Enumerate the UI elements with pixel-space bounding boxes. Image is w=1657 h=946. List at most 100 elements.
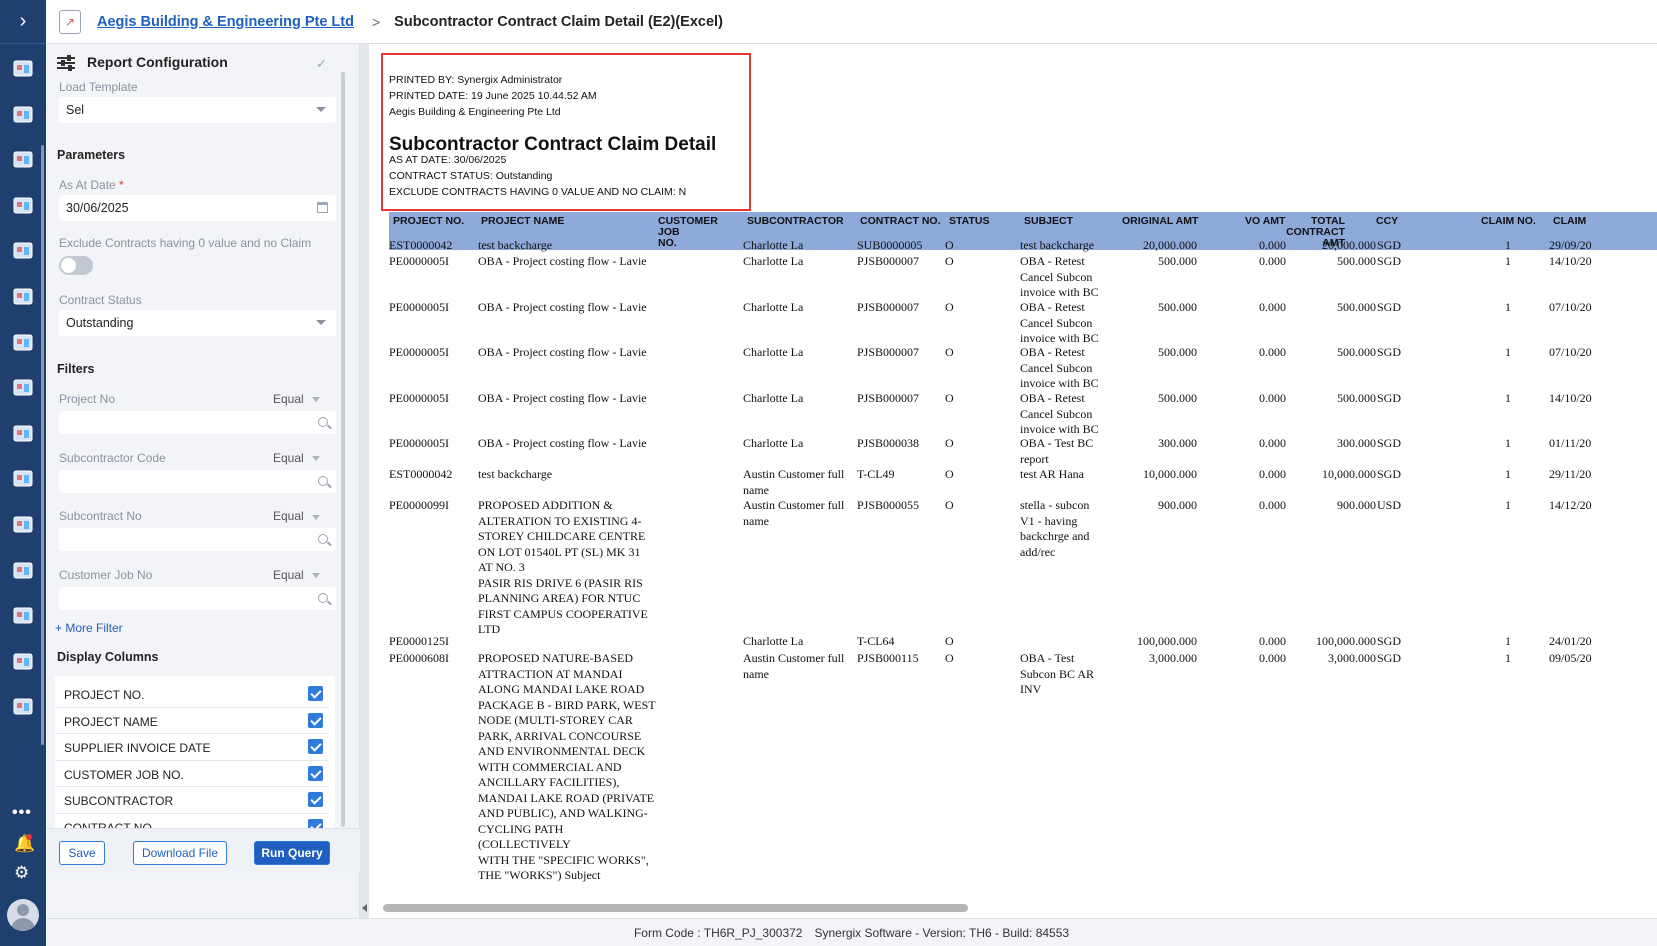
checkbox[interactable] bbox=[308, 792, 323, 807]
load-template-select[interactable]: Sel bbox=[59, 97, 336, 123]
cart-icon[interactable] bbox=[11, 284, 35, 308]
contract-status-select[interactable]: Outstanding bbox=[59, 310, 336, 336]
checkbox[interactable] bbox=[308, 818, 323, 828]
cell-claim: 14/10/20 bbox=[1549, 391, 1592, 405]
th-ccy: CCY bbox=[1376, 215, 1399, 227]
contact-icon[interactable] bbox=[11, 330, 35, 354]
filter-input[interactable] bbox=[59, 587, 336, 611]
report-preview: PRINTED BY: Synergix Administrator PRINT… bbox=[369, 44, 1657, 918]
filter-label: Subcontractor Code bbox=[59, 450, 166, 465]
avatar[interactable] bbox=[7, 899, 39, 931]
home-icon[interactable] bbox=[11, 603, 35, 627]
filter-input[interactable] bbox=[59, 469, 336, 493]
book-icon[interactable] bbox=[11, 193, 35, 217]
cell-status: O bbox=[945, 651, 954, 665]
cell-ccy: SGD bbox=[1377, 651, 1402, 665]
chevron-down-icon bbox=[311, 514, 320, 520]
contract-status-label: Contract Status bbox=[59, 293, 142, 307]
cell-project-no: PE0000005I bbox=[389, 345, 449, 359]
action-bar: Save Download File Run Query bbox=[46, 828, 360, 873]
cell-contract-no: PJSB000055 bbox=[857, 498, 920, 512]
filter-operator-select[interactable]: Equal bbox=[273, 568, 320, 582]
cell-contract-no: SUB0000005 bbox=[857, 238, 923, 252]
chevron-down-icon bbox=[311, 456, 320, 462]
breadcrumb-separator: > bbox=[371, 13, 381, 30]
display-columns-heading: Display Columns bbox=[57, 650, 159, 664]
panel-divider[interactable] bbox=[360, 44, 369, 918]
th-project-no: PROJECT NO. bbox=[393, 215, 465, 227]
cell-project-no: PE0000005I bbox=[389, 436, 449, 450]
dashboard-icon[interactable] bbox=[11, 56, 35, 80]
save-button[interactable]: Save bbox=[59, 841, 105, 865]
cell-original: 100,000.000 bbox=[1137, 634, 1197, 648]
report-title: Subcontractor Contract Claim Detail bbox=[389, 134, 717, 155]
more-icon[interactable]: ••• bbox=[12, 804, 32, 822]
cell-ccy: SGD bbox=[1377, 634, 1402, 648]
invoice-icon[interactable] bbox=[11, 694, 35, 718]
search-icon[interactable] bbox=[318, 417, 328, 427]
filter-input[interactable] bbox=[59, 528, 336, 552]
chevron-down-icon bbox=[316, 320, 326, 325]
cell-claim: 29/09/20 bbox=[1549, 238, 1592, 252]
cell-claim: 29/11/20 bbox=[1549, 467, 1592, 481]
cell-claim-no: 1 bbox=[1505, 300, 1511, 314]
exclude-contracts-toggle[interactable] bbox=[59, 256, 93, 275]
cell-claim-no: 1 bbox=[1505, 436, 1511, 450]
exclude-contracts-text: EXCLUDE CONTRACTS HAVING 0 VALUE AND NO … bbox=[389, 186, 687, 198]
printed-by: PRINTED BY: Synergix Administrator bbox=[389, 74, 563, 86]
gear-icon[interactable]: ⚙ bbox=[14, 863, 29, 883]
money-icon[interactable] bbox=[11, 558, 35, 582]
cell-project-no: PE0000005I bbox=[389, 300, 449, 314]
th-customer-job-no: CUSTOMER JOB NO. bbox=[658, 215, 718, 249]
filter-input[interactable] bbox=[59, 411, 336, 434]
run-query-button[interactable]: Run Query bbox=[254, 841, 330, 865]
expand-menu-icon[interactable]: › bbox=[0, 0, 46, 44]
cell-claim: 07/10/20 bbox=[1549, 300, 1592, 314]
filter-operator-select[interactable]: Equal bbox=[273, 392, 320, 406]
cell-subcontractor: Austin Customer full name bbox=[743, 467, 845, 497]
cell-subcontractor: Charlotte La bbox=[743, 254, 804, 268]
tools-icon[interactable] bbox=[11, 375, 35, 399]
store-icon[interactable] bbox=[11, 147, 35, 171]
as-at-date-input[interactable]: 30/06/2025 bbox=[59, 195, 336, 221]
checkbox[interactable] bbox=[308, 739, 323, 754]
filter-label: Subcontract No bbox=[59, 509, 142, 524]
chevron-down-icon bbox=[316, 107, 326, 112]
building-icon[interactable] bbox=[11, 466, 35, 490]
display-column-item: SUBCONTRACTOR bbox=[55, 787, 329, 814]
cell-status: O bbox=[945, 238, 954, 252]
chart-icon[interactable] bbox=[11, 421, 35, 445]
filter-operator-select[interactable]: Equal bbox=[273, 509, 320, 523]
document-icon[interactable] bbox=[11, 238, 35, 262]
breadcrumb-company-link[interactable]: Aegis Building & Engineering Pte Ltd bbox=[97, 14, 354, 30]
people-icon[interactable] bbox=[11, 512, 35, 536]
panel-scrollbar[interactable] bbox=[341, 72, 345, 827]
search-icon[interactable] bbox=[318, 475, 328, 486]
cell-contract-no: T-CL64 bbox=[857, 634, 895, 648]
th-contract-no: CONTRACT NO. bbox=[860, 215, 941, 227]
checkbox[interactable] bbox=[308, 765, 323, 781]
cell-total: 3,000.000 bbox=[1328, 651, 1376, 665]
search-icon[interactable] bbox=[318, 534, 328, 545]
pin-icon[interactable]: ✓ bbox=[316, 56, 327, 72]
cell-claim-no: 1 bbox=[1505, 345, 1511, 359]
cell-subcontractor: Charlotte La bbox=[743, 436, 804, 450]
cell-original: 900.000 bbox=[1158, 498, 1197, 512]
search-icon[interactable] bbox=[318, 593, 328, 604]
more-filter-link[interactable]: + More Filter bbox=[55, 621, 123, 635]
filter-operator-select[interactable]: Equal bbox=[273, 451, 320, 465]
collapse-arrow-icon[interactable] bbox=[362, 904, 367, 912]
calendar-icon[interactable] bbox=[317, 202, 328, 213]
cell-project-no: EST0000042 bbox=[389, 238, 453, 252]
checkbox[interactable] bbox=[308, 686, 323, 701]
network-icon[interactable] bbox=[11, 102, 35, 126]
download-file-button[interactable]: Download File bbox=[133, 841, 227, 865]
cell-ccy: SGD bbox=[1377, 467, 1402, 481]
checkbox[interactable] bbox=[308, 712, 323, 728]
cell-original: 500.000 bbox=[1158, 345, 1197, 359]
chevron-down-icon bbox=[311, 573, 320, 579]
truck-icon[interactable] bbox=[11, 649, 35, 673]
rail-scrollbar[interactable] bbox=[41, 145, 44, 745]
report-app-icon: ↗ bbox=[59, 9, 81, 34]
horizontal-scrollbar[interactable] bbox=[383, 904, 968, 912]
